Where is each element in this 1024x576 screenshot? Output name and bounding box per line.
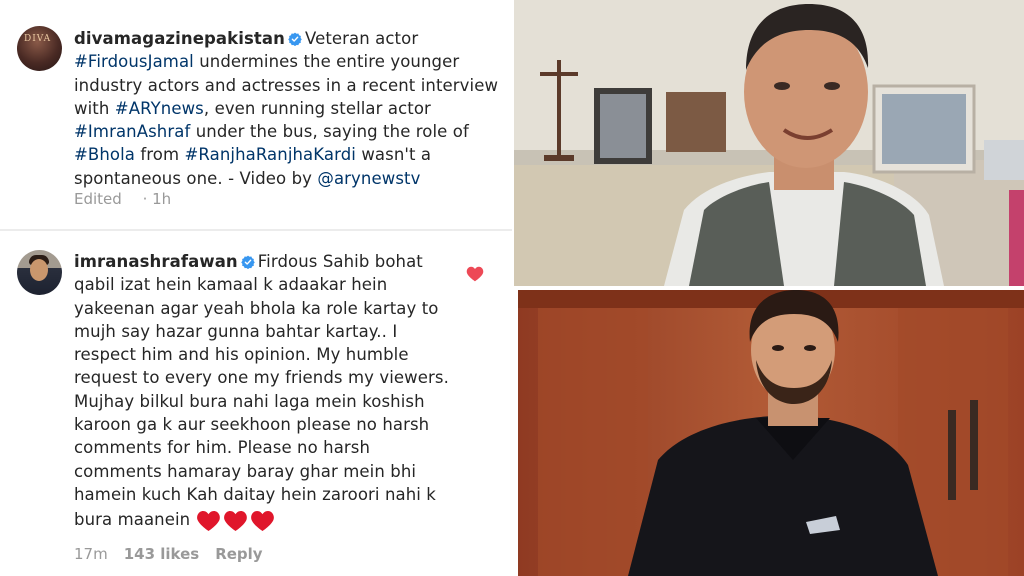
hashtag-link[interactable]: #Bhola [74,145,135,164]
hashtag-link[interactable]: #FirdousJamal [74,52,194,71]
comment-text-segment: under the bus, saying the role of [190,122,469,142]
hashtag-link[interactable]: #RanjhaRanjhaKardi [185,145,356,164]
photo-illustration [514,0,1024,286]
photo-younger-man [518,290,1024,576]
username[interactable]: divamagazinepakistan [74,29,285,48]
hashtag-link[interactable]: #ImranAshraf [74,122,190,141]
hashtag-link[interactable]: #ARYnews [115,99,204,118]
red-heart-emoji [250,510,274,531]
comment-body: imranashrafawan Firdous Sahib bohat qabil… [74,250,454,532]
reply-button[interactable]: Reply [215,545,262,563]
comment-meta: Edited · 1h [74,190,203,208]
avatar[interactable] [17,250,62,295]
comment-imranashrafawan: imranashrafawan Firdous Sahib bohat qabil… [0,231,512,576]
username[interactable]: imranashrafawan [74,252,238,271]
instagram-comments-panel: DIVA divamagazinepakistan Veteran actor #… [0,0,512,576]
timestamp: 17m [74,545,108,563]
hashtag-link[interactable]: @arynewstv [317,169,420,188]
verified-badge-icon [288,32,302,46]
comment-meta: 17m 143 likes Reply [74,545,279,563]
heart-emojis [196,508,277,532]
avatar[interactable]: DIVA [17,26,62,71]
photo-older-man [514,0,1024,286]
comment-text-segment: , even running stellar actor [203,98,431,118]
comment-text-segment: Veteran actor [305,29,419,48]
edited-label: Edited · 1h [74,190,172,208]
heart-icon[interactable] [466,266,484,282]
comment-text-segment: from [135,145,185,165]
photo-illustration [518,290,1024,576]
likes-count[interactable]: 143 likes [124,545,200,563]
red-heart-emoji [223,510,247,531]
red-heart-emoji [196,510,220,531]
comment-divamagazinepakistan: DIVA divamagazinepakistan Veteran actor #… [0,0,512,229]
verified-badge-icon [241,255,255,269]
comment-text: Veteran actor #FirdousJamal undermines t… [74,29,498,188]
comment-text: Firdous Sahib bohat qabil izat hein kama… [74,252,449,530]
comment-body: divamagazinepakistan Veteran actor #Firdo… [74,27,499,190]
